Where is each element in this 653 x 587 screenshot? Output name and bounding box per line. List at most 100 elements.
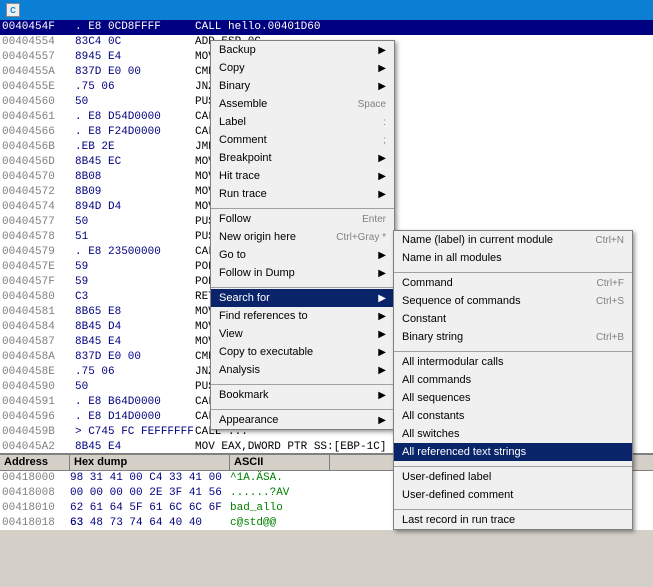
disasm-addr: 0040455A: [0, 65, 75, 80]
disasm-addr: 004045A2: [0, 440, 75, 453]
disasm-asm: CALL ...: [195, 425, 653, 440]
disasm-row[interactable]: 00404566. E8 F24D0000CALL hello.004092BD: [0, 125, 653, 140]
disasm-row[interactable]: 004045728B09MOV ECX,DWORD PTR DS:[ECX]: [0, 185, 653, 200]
disasm-hex: .75 06: [75, 365, 195, 380]
disasm-hex: 8B65 E8: [75, 305, 195, 320]
disasm-row[interactable]: 0040457750PUSH EAX: [0, 215, 653, 230]
disasm-hex: 8B45 EC: [75, 155, 195, 170]
disasm-row[interactable]: 0040459050PUSH EAX: [0, 380, 653, 395]
disasm-hex: 837D E0 00: [75, 350, 195, 365]
disasm-addr: 00404560: [0, 95, 75, 110]
bottom-hex: 00 00 00 00 2E 3F 41 56: [70, 486, 230, 501]
disasm-hex: 8B45 E4: [75, 440, 195, 453]
disasm-hex: 50: [75, 380, 195, 395]
disasm-asm: ADD ESP,0C: [195, 35, 653, 50]
bottom-hex: 62 61 64 5F 61 6C 6C 6F 63: [70, 501, 230, 516]
disasm-area[interactable]: 0040454F. E8 0CD8FFFFCALL hello.00401D60…: [0, 20, 653, 453]
disasm-row[interactable]: 0040456D8B45 ECMOV EAX,DWORD PTR SS:[EBP…: [0, 155, 653, 170]
disasm-addr: 00404590: [0, 380, 75, 395]
disasm-row[interactable]: 0040455A837D E0 00CMP DWORD PTR SS:[EBP-…: [0, 65, 653, 80]
disasm-addr: 00404579: [0, 245, 75, 260]
disasm-addr: 0040458A: [0, 350, 75, 365]
disasm-asm: MOV ESP,DWORD PTR SS:[EBP-18]: [195, 305, 653, 320]
disasm-hex: 50: [75, 95, 195, 110]
disasm-row[interactable]: 00404574894D D4MOV DWORD PTR SS:[EBP-2C]…: [0, 200, 653, 215]
disasm-hex: 8B08: [75, 170, 195, 185]
disasm-row[interactable]: 0040457F59POP ECX: [0, 275, 653, 290]
disasm-row[interactable]: 0040459B> C745 FC FEFFFFFFCALL ...: [0, 425, 653, 440]
bottom-hex: 63 48 73 74 64 40 40: [70, 516, 230, 530]
bottom-col-ascii: ASCII: [230, 455, 330, 470]
disasm-asm: CMP DWORD PTR SS:[EBP-20],0: [195, 65, 653, 80]
disasm-asm: MOV EAX,DWORD PTR SS:[EBP-14]: [195, 155, 653, 170]
disasm-addr: 00404580: [0, 290, 75, 305]
disasm-row[interactable]: 0040458A837D E0 00CMP DWORD PTR SS:[EBP-…: [0, 350, 653, 365]
disasm-hex: . E8 23500000: [75, 245, 195, 260]
disasm-hex: . E8 B64D0000: [75, 395, 195, 410]
disasm-asm: POP ECX: [195, 275, 653, 290]
disasm-row[interactable]: 0040458E.75 06JNZ SHORT hello.00404596: [0, 365, 653, 380]
disasm-hex: 8B45 D4: [75, 320, 195, 335]
disasm-addr: 00404578: [0, 230, 75, 245]
disasm-asm: MOV EAX,DWORD PTR SS:[EBP-2C]: [195, 320, 653, 335]
disasm-addr: 0040454F: [0, 20, 75, 35]
bottom-data-row: 0041801062 61 64 5F 61 6C 6C 6F 63bad_al…: [0, 501, 653, 516]
disasm-addr: 00404570: [0, 170, 75, 185]
disasm-row[interactable]: 00404580C3RETN: [0, 290, 653, 305]
disasm-addr: 00404561: [0, 110, 75, 125]
disasm-row[interactable]: 0040454F. E8 0CD8FFFFCALL hello.00401D60: [0, 20, 653, 35]
disasm-hex: 8945 E4: [75, 50, 195, 65]
disasm-row[interactable]: 00404591. E8 B64D0000CALL hello.0040924C: [0, 395, 653, 410]
disasm-row[interactable]: 0040455483C4 0CADD ESP,0C: [0, 35, 653, 50]
disasm-addr: 00404554: [0, 35, 75, 50]
bottom-col-hex: Hex dump: [70, 455, 230, 470]
disasm-asm: CALL hello.004092BD: [195, 125, 653, 140]
disasm-addr: 0040455E: [0, 80, 75, 95]
disasm-asm: MOV EAX,DWORD PTR SS:[EBP-1C]: [195, 440, 653, 453]
disasm-row[interactable]: 004045A28B45 E4MOV EAX,DWORD PTR SS:[EBP…: [0, 440, 653, 453]
disasm-asm: RETN: [195, 290, 653, 305]
bottom-addr: 00418018: [0, 516, 70, 530]
disasm-row[interactable]: 00404596. E8 D14D0000CALL hello.0040926C: [0, 410, 653, 425]
disasm-hex: 59: [75, 275, 195, 290]
disasm-addr: 00404584: [0, 320, 75, 335]
disasm-hex: 50: [75, 215, 195, 230]
disasm-addr: 00404587: [0, 335, 75, 350]
disasm-addr: 00404557: [0, 50, 75, 65]
disasm-addr: 0040456D: [0, 155, 75, 170]
disasm-hex: .EB 2E: [75, 140, 195, 155]
title-bar: C: [0, 0, 653, 20]
bottom-ascii: c@std@@: [230, 516, 276, 530]
main-window: C 0040454F. E8 0CD8FFFFCALL hello.00401D…: [0, 0, 653, 530]
bottom-addr: 00418008: [0, 486, 70, 501]
disasm-row[interactable]: 004045818B65 E8MOV ESP,DWORD PTR SS:[EBP…: [0, 305, 653, 320]
disasm-row[interactable]: 0040457E59POP ECX: [0, 260, 653, 275]
disasm-asm: POP ECX: [195, 260, 653, 275]
disasm-addr: 00404596: [0, 410, 75, 425]
disasm-row[interactable]: 004045578945 E4MOV DWORD PTR SS:[EBP-1C]…: [0, 50, 653, 65]
bottom-ascii: bad_allo: [230, 501, 283, 516]
disasm-asm: CALL hello.004095A1: [195, 245, 653, 260]
disasm-addr: 00404572: [0, 185, 75, 200]
disasm-row[interactable]: 0040455E.75 06JNZ SHORT hello.00404566: [0, 80, 653, 95]
disasm-asm: PUSH EAX: [195, 95, 653, 110]
disasm-hex: 51: [75, 230, 195, 245]
bottom-data-row: 0041800800 00 00 00 2E 3F 41 56......?AV: [0, 486, 653, 501]
disasm-addr: 0040458E: [0, 365, 75, 380]
disasm-addr: 00404574: [0, 200, 75, 215]
disasm-row[interactable]: 0040457851PUSH ECX: [0, 230, 653, 245]
disasm-row[interactable]: 004045878B45 E4MOV EAX,DWORD PTR SS:[EBP…: [0, 335, 653, 350]
disasm-hex: . E8 D14D0000: [75, 410, 195, 425]
disasm-row[interactable]: 0040456B.EB 2EJMP SHORT hello.0040459B: [0, 140, 653, 155]
disasm-row[interactable]: 0040456050PUSH EAX: [0, 95, 653, 110]
disasm-asm: CALL hello.00401D60: [195, 20, 653, 35]
disasm-row[interactable]: 00404579. E8 23500000CALL hello.004095A1: [0, 245, 653, 260]
app-icon: C: [6, 3, 20, 17]
bottom-rows: 0041800098 31 41 00 C4 33 41 00^1A.ÄSA.0…: [0, 471, 653, 530]
disasm-asm: MOV DWORD PTR SS:[EBP-2C],ECX: [195, 200, 653, 215]
disasm-hex: 83C4 0C: [75, 35, 195, 50]
disasm-row[interactable]: 004045848B45 D4MOV EAX,DWORD PTR SS:[EBP…: [0, 320, 653, 335]
disasm-row[interactable]: 004045708B08MOV ECX,DWORD PTR DS:[EAX]: [0, 170, 653, 185]
disasm-row[interactable]: 00404561. E8 D54D0000CALL hello.004092BB: [0, 110, 653, 125]
disasm-hex: 8B09: [75, 185, 195, 200]
